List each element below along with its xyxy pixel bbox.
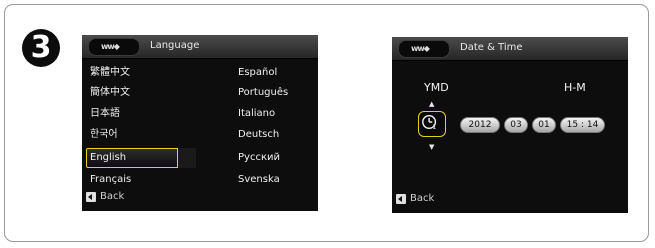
language-screen: ww◆ Language 繁體中文 簡体中文 日本語 한국어 English F… (82, 35, 318, 211)
language-option[interactable]: 한국어 (90, 128, 118, 141)
back-label: Back (100, 191, 125, 202)
month-field[interactable]: 03 (504, 117, 528, 133)
language-option[interactable]: Svenska (238, 173, 280, 186)
back-label: Back (410, 193, 435, 204)
menu-tab-icon: ww◆ (411, 44, 430, 53)
svg-text:1: 1 (432, 124, 436, 131)
back-icon (86, 192, 96, 202)
down-arrow-icon[interactable]: ▼ (429, 143, 434, 151)
menu-tab-icon: ww◆ (101, 42, 120, 51)
clock-icon: 1 (422, 114, 436, 131)
language-option[interactable]: 繁體中文 (90, 66, 130, 79)
language-option[interactable]: Italiano (238, 107, 275, 120)
back-icon (396, 194, 406, 204)
datetime-screen: ww◆ Date & Time YMD H-M ▲ 1 ▼ 2012 03 01… (392, 37, 628, 213)
language-option[interactable]: Русский (238, 151, 280, 164)
language-option-selected[interactable]: English (90, 151, 126, 164)
screen-title: Language (150, 40, 200, 51)
language-option[interactable]: 簡体中文 (90, 86, 130, 99)
date-format-label[interactable]: YMD (424, 81, 449, 95)
year-field[interactable]: 2012 (460, 117, 500, 133)
language-option[interactable]: Deutsch (238, 128, 279, 141)
language-option[interactable]: Español (238, 66, 277, 79)
title-bar: ww◆ Language (82, 35, 318, 59)
language-option[interactable]: Português (238, 86, 288, 99)
up-arrow-icon[interactable]: ▲ (429, 100, 434, 108)
menu-tab[interactable]: ww◆ (88, 38, 140, 56)
language-option[interactable]: 日本語 (90, 107, 120, 120)
screen-title: Date & Time (460, 42, 523, 53)
language-option[interactable]: Français (90, 173, 131, 186)
menu-tab[interactable]: ww◆ (398, 40, 450, 58)
step-number-badge: 3 (22, 29, 60, 67)
clock-selector[interactable]: 1 (418, 111, 446, 137)
day-field[interactable]: 01 (532, 117, 556, 133)
title-bar: ww◆ Date & Time (392, 37, 628, 61)
time-field[interactable]: 15 : 14 (560, 117, 605, 133)
time-format-label[interactable]: H-M (564, 81, 586, 95)
